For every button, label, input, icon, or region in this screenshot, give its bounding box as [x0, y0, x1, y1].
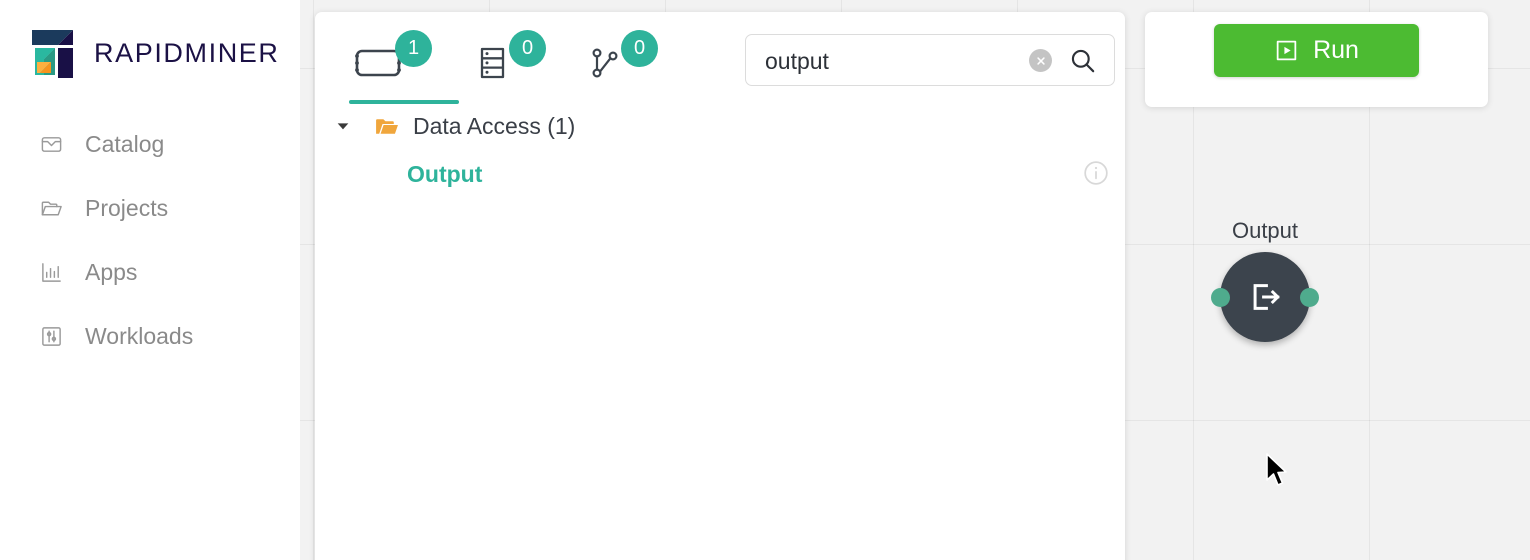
node-circle[interactable]: [1211, 252, 1319, 342]
play-box-icon: [1274, 38, 1299, 63]
output-port[interactable]: [1300, 287, 1319, 307]
tab-branches[interactable]: 0: [557, 12, 661, 104]
sidebar-item-label: Workloads: [85, 322, 194, 349]
sidebar-item-catalog[interactable]: Catalog: [0, 112, 300, 176]
sidebar-item-label: Projects: [85, 194, 169, 221]
input-port[interactable]: [1211, 287, 1230, 307]
folder-icon: [40, 197, 63, 220]
search-box[interactable]: [745, 34, 1115, 87]
tree-item-output[interactable]: Output: [315, 148, 1125, 200]
caret-down-icon[interactable]: [329, 112, 357, 140]
rapidminer-logo-icon: [18, 22, 80, 84]
operator-panel: 1 0 0 output Data Access (1) Output: [315, 12, 1125, 560]
tree-group-label: Data Access (1): [413, 112, 576, 139]
tab-operators[interactable]: 1: [331, 12, 459, 104]
tree-item-label: Output: [407, 160, 483, 187]
sidebar-item-label: Catalog: [85, 130, 165, 157]
tab-data[interactable]: 0: [445, 12, 549, 104]
tab-badge: 1: [395, 30, 432, 67]
rapidminer-app: Output RAPIDMINER Catalog Projects Apps …: [0, 0, 1530, 560]
run-panel: Run: [1145, 12, 1488, 107]
search-input[interactable]: [763, 35, 1032, 87]
sidebar-item-workloads[interactable]: Workloads: [0, 304, 300, 368]
folder-open-icon: [371, 112, 401, 140]
sidebar-item-label: Apps: [85, 258, 138, 285]
node-label: Output: [1231, 218, 1299, 243]
bar-chart-icon: [40, 261, 63, 284]
clear-icon[interactable]: [1029, 49, 1052, 72]
operator-tree: Data Access (1) Output: [315, 104, 1125, 200]
sidebar-item-apps[interactable]: Apps: [0, 240, 300, 304]
sidebar: RAPIDMINER Catalog Projects Apps Workloa…: [0, 0, 300, 560]
brand-logo[interactable]: RAPIDMINER: [18, 22, 280, 84]
canvas-node-output[interactable]: Output: [1205, 218, 1325, 342]
run-button-label: Run: [1313, 36, 1359, 64]
sidebar-item-projects[interactable]: Projects: [0, 176, 300, 240]
tab-badge: 0: [621, 30, 658, 67]
search-icon[interactable]: [1069, 47, 1096, 74]
export-icon: [1248, 280, 1282, 314]
sliders-icon: [40, 325, 63, 348]
tree-group-data-access[interactable]: Data Access (1): [315, 104, 1125, 148]
inbox-icon: [40, 133, 63, 156]
tab-badge: 0: [509, 30, 546, 67]
sidebar-nav: Catalog Projects Apps Workloads: [0, 112, 300, 368]
info-icon[interactable]: [1083, 160, 1109, 186]
run-button[interactable]: Run: [1214, 24, 1419, 77]
brand-name: RAPIDMINER: [94, 37, 280, 68]
